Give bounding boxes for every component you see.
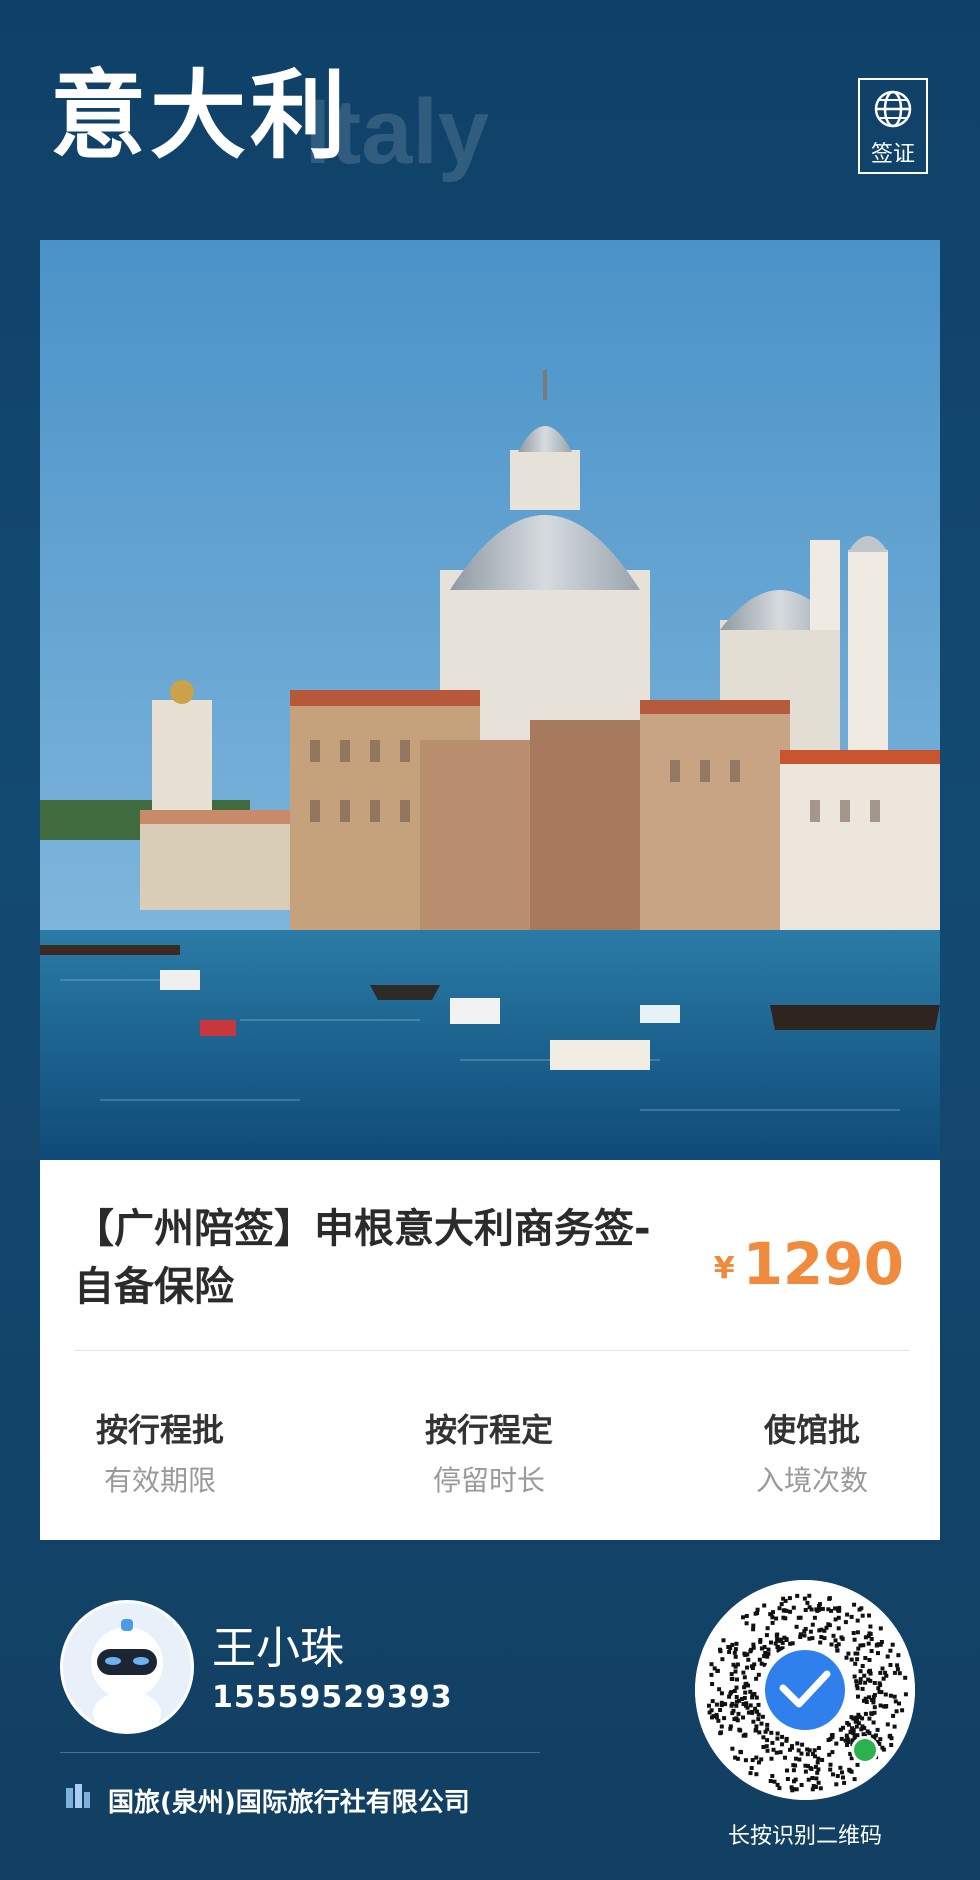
venice-photo [40,240,940,1160]
visa-badge-label: 签证 [870,142,915,167]
spec-stay-duration: 按行程定 停留时长 [369,1410,609,1498]
spec-label: 停留时长 [432,1464,545,1497]
globe-icon [874,90,912,128]
product-title: 【广州陪签】申根意大利商务签- 自备保险 [74,1200,724,1316]
product-title-line2: 自备保险 [74,1264,234,1310]
product-card[interactable]: 【广州陪签】申根意大利商务签- 自备保险 ¥1290 按行程批 有效期限 按行程… [40,240,940,1540]
agent-divider [60,1752,540,1753]
spec-entries: 使馆批 入境次数 [692,1410,932,1498]
header: Italy 意大利 签证 [0,0,980,230]
spec-validity: 按行程批 有效期限 [40,1410,280,1498]
spec-value: 按行程定 [424,1411,553,1449]
visa-badge[interactable]: 签证 [858,78,928,174]
qr-caption: 长按识别二维码 [727,1824,882,1849]
spec-label: 有效期限 [103,1464,216,1497]
spec-value: 使馆批 [763,1411,860,1449]
agent-phone[interactable]: 15559529393 [212,1680,453,1715]
card-divider [74,1350,910,1351]
country-name-cn: 意大利 [50,60,350,172]
spec-value: 按行程批 [95,1411,224,1449]
product-title-line1: 【广州陪签】申根意大利商务签- [74,1206,651,1252]
price-amount: 1290 [742,1230,904,1298]
qr-code[interactable] [695,1580,915,1800]
agent-avatar[interactable] [60,1600,194,1734]
agent-name: 王小珠 [212,1623,344,1674]
price-symbol: ¥ [713,1251,735,1286]
building-icon [66,1784,90,1808]
spec-label: 入境次数 [755,1464,868,1497]
company-name: 国旅(泉州)国际旅行社有限公司 [108,1788,470,1818]
price: ¥1290 [714,1230,904,1298]
